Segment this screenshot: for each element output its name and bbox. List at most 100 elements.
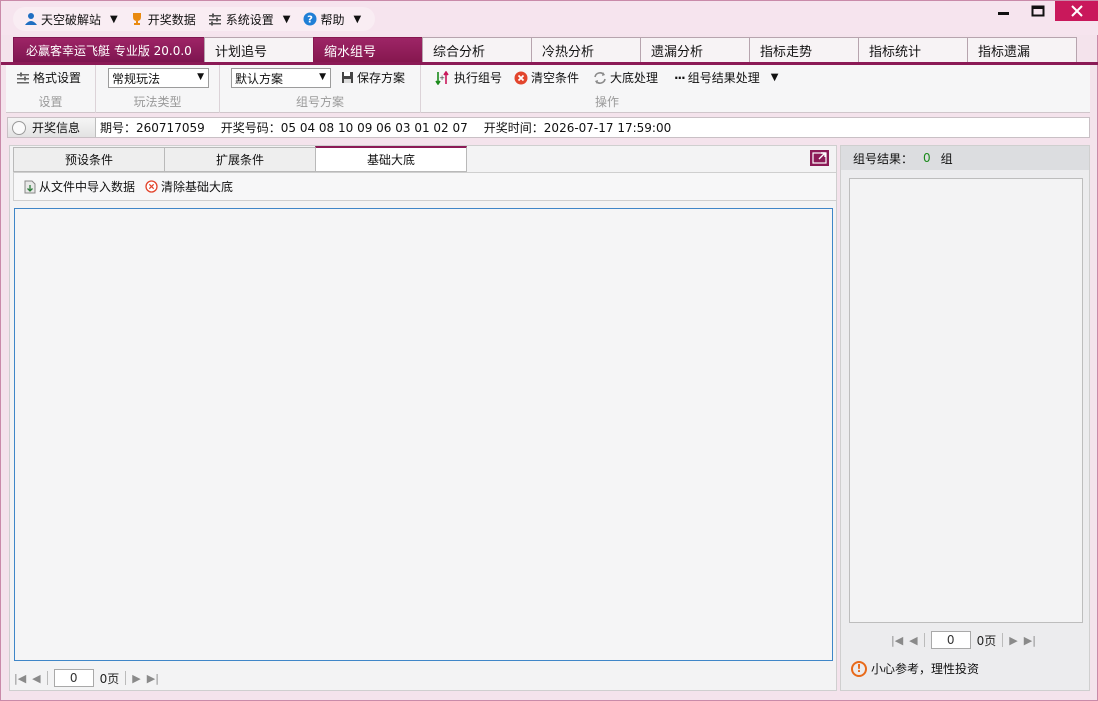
- tab-plan-chase[interactable]: 计划追号: [204, 37, 314, 62]
- numbers-label: 开奖号码：: [220, 121, 281, 135]
- clear-base-pool-label: 清除基础大底: [161, 180, 234, 194]
- issue-text: 期号：260717059: [100, 119, 205, 136]
- file-import-icon: [24, 180, 36, 193]
- first-page-icon[interactable]: |◀: [891, 634, 903, 647]
- base-process-button[interactable]: 大底处理: [593, 69, 658, 86]
- play-type-select[interactable]: 常规玩法 ▼: [108, 68, 209, 88]
- save-scheme-button[interactable]: 保存方案: [341, 69, 405, 86]
- title-bar: 天空破解站 ▼ 开奖数据 系统设置 ▼ ? 帮助 ▼: [1, 1, 1098, 35]
- page-count-label: 0页: [976, 633, 997, 648]
- chevron-down-icon: ▼: [770, 72, 779, 83]
- svg-text:+: +: [439, 74, 445, 82]
- page-input[interactable]: 0: [53, 669, 94, 687]
- base-process-label: 大底处理: [610, 71, 659, 85]
- first-page-icon[interactable]: |◀: [14, 672, 26, 685]
- clear-icon: [145, 180, 158, 193]
- result-process-label: 组号结果处理: [687, 71, 760, 85]
- sliders-icon: [208, 12, 223, 27]
- result-label: 组号结果：: [853, 151, 914, 166]
- user-icon: [23, 12, 38, 27]
- prev-page-icon[interactable]: ◀: [909, 634, 917, 647]
- draw-info-label: 开奖信息: [32, 121, 81, 135]
- last-page-icon[interactable]: ▶|: [1024, 634, 1036, 647]
- result-unit: 组: [940, 151, 953, 166]
- warning-icon: !: [851, 660, 867, 677]
- menu-lottery-data[interactable]: 开奖数据: [130, 11, 196, 28]
- save-scheme-label: 保存方案: [357, 71, 406, 85]
- group-operation: + 执行组号 清空条件 大底处理 ··· 组号结果处理 ▼ 操作: [421, 65, 793, 113]
- app-window: 天空破解站 ▼ 开奖数据 系统设置 ▼ ? 帮助 ▼ 必赢客幸运飞艇 专业版 2…: [0, 0, 1098, 701]
- menu-user-label: 天空破解站: [41, 12, 102, 27]
- last-page-icon[interactable]: ▶|: [147, 672, 159, 685]
- clear-conditions-button[interactable]: 清空条件: [514, 69, 579, 86]
- tab-comprehensive[interactable]: 综合分析: [422, 37, 532, 62]
- results-header: 组号结果： 0 组: [841, 146, 1089, 170]
- top-menu: 天空破解站 ▼ 开奖数据 系统设置 ▼ ? 帮助 ▼: [13, 7, 376, 31]
- scheme-select[interactable]: 默认方案 ▼: [231, 68, 331, 88]
- draw-info-toggle[interactable]: 开奖信息: [8, 118, 96, 137]
- group-settings-label: 设置: [38, 95, 63, 109]
- chevron-down-icon: ▼: [110, 13, 118, 25]
- issue-value: 260717059: [136, 121, 205, 135]
- minimize-icon: [998, 12, 1009, 15]
- menu-lottery-data-label: 开奖数据: [147, 12, 196, 27]
- execute-button[interactable]: + 执行组号: [435, 69, 502, 86]
- menu-help[interactable]: ? 帮助 ▼: [302, 11, 361, 28]
- draw-info-bar: 开奖信息 期号：260717059 开奖号码：05 04 08 10 09 06…: [7, 117, 1090, 138]
- menu-help-label: 帮助: [320, 12, 345, 27]
- tab-preset-conditions[interactable]: 预设条件: [13, 147, 165, 172]
- tab-index-trend[interactable]: 指标走势: [749, 37, 859, 62]
- results-panel: 组号结果： 0 组 |◀ ◀ 0 0页 ▶ ▶| ! 小心参考，理性投资: [840, 145, 1090, 691]
- toggle-knob-icon: [12, 120, 26, 135]
- tab-shrink-group[interactable]: 缩水组号: [313, 37, 423, 62]
- maximize-button[interactable]: [1021, 1, 1055, 21]
- base-pool-textarea[interactable]: [14, 208, 833, 661]
- group-scheme: 默认方案 ▼ 保存方案 组号方案: [220, 65, 421, 113]
- tab-omission[interactable]: 遗漏分析: [640, 37, 750, 62]
- issue-label: 期号：: [100, 121, 137, 135]
- import-file-label: 从文件中导入数据: [39, 180, 136, 194]
- tab-index-omission[interactable]: 指标遗漏: [967, 37, 1077, 62]
- save-icon: [342, 72, 353, 83]
- results-list[interactable]: [849, 178, 1083, 623]
- import-file-button[interactable]: 从文件中导入数据: [24, 178, 135, 195]
- menu-user[interactable]: 天空破解站 ▼: [23, 11, 118, 28]
- minimize-button[interactable]: [987, 1, 1021, 21]
- numbers-value: 05 04 08 10 09 06 03 01 02 07: [280, 121, 468, 135]
- more-icon: ···: [674, 70, 686, 85]
- prev-page-icon[interactable]: ◀: [32, 672, 40, 685]
- chevron-down-icon: ▼: [282, 13, 291, 25]
- main-tabs: 必赢客幸运飞艇 专业版 20.0.0 计划追号 缩水组号 综合分析 冷热分析 遗…: [13, 36, 1077, 63]
- numbers-text: 开奖号码：05 04 08 10 09 06 03 01 02 07: [221, 119, 468, 136]
- group-play-type-label: 玩法类型: [133, 95, 182, 109]
- group-operation-label: 操作: [594, 95, 619, 109]
- chevron-down-icon: ▼: [353, 13, 362, 25]
- page-count-label: 0页: [99, 671, 120, 686]
- format-settings-button[interactable]: 格式设置: [16, 69, 81, 86]
- chevron-down-icon: ▼: [319, 72, 326, 82]
- format-settings-label: 格式设置: [33, 71, 82, 85]
- tab-index-stats[interactable]: 指标统计: [858, 37, 968, 62]
- svg-text:?: ?: [307, 15, 313, 26]
- chevron-down-icon: ▼: [197, 72, 204, 82]
- left-pager: |◀ ◀ 0 0页 ▶ ▶|: [14, 669, 159, 687]
- refresh-icon: [594, 71, 606, 84]
- tab-base-pool[interactable]: 基础大底: [315, 146, 467, 172]
- divider: [125, 671, 127, 685]
- trophy-icon: [130, 12, 145, 27]
- page-input[interactable]: 0: [930, 631, 971, 649]
- execute-icon: +: [435, 70, 449, 85]
- result-process-button[interactable]: ··· 组号结果处理 ▼: [674, 69, 778, 86]
- close-button[interactable]: [1055, 1, 1098, 21]
- divider: [46, 671, 48, 685]
- tab-hot-cold[interactable]: 冷热分析: [531, 37, 641, 62]
- expand-icon[interactable]: [810, 150, 829, 166]
- clear-base-pool-button[interactable]: 清除基础大底: [145, 178, 233, 195]
- next-page-icon[interactable]: ▶: [132, 672, 140, 685]
- divider: [923, 633, 925, 647]
- menu-system-settings[interactable]: 系统设置 ▼: [208, 11, 291, 28]
- right-pager: |◀ ◀ 0 0页 ▶ ▶|: [891, 631, 1036, 649]
- tab-extended-conditions[interactable]: 扩展条件: [164, 147, 316, 172]
- next-page-icon[interactable]: ▶: [1009, 634, 1017, 647]
- group-scheme-label: 组号方案: [295, 95, 344, 109]
